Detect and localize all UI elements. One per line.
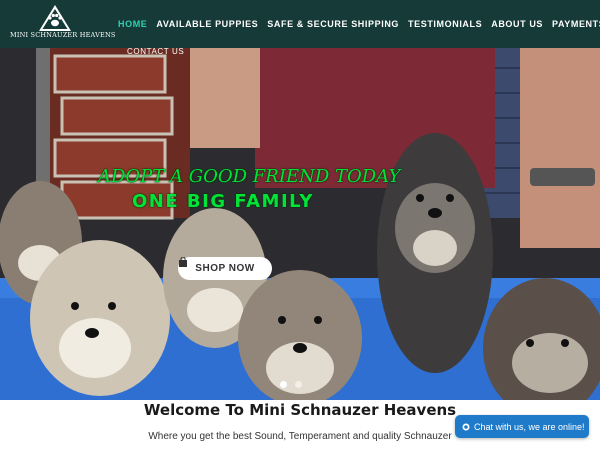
nav-item-contact-us[interactable]: CONTACT US: [127, 47, 184, 56]
nav-item-available-puppies[interactable]: AVAILABLE PUPPIES: [156, 17, 258, 31]
nav-item-shipping[interactable]: SAFE & SECURE SHIPPING: [267, 17, 399, 31]
chat-icon: [462, 423, 470, 430]
nav-row-2: CONTACT US: [127, 45, 184, 57]
hero-slider: ADOPT A GOOD FRIEND TODAY ONE BIG FAMILY…: [0, 48, 600, 400]
site-logo[interactable]: MINI SCHNAUZER HEAVENS: [10, 4, 116, 44]
nav-item-payments[interactable]: PAYMENTS: [552, 17, 600, 31]
paw-triangle-logo-icon: [39, 5, 71, 31]
nav-item-about-us[interactable]: ABOUT US: [491, 17, 543, 31]
nav-item-testimonials[interactable]: TESTIMONIALS: [408, 17, 482, 31]
main-nav: HOME AVAILABLE PUPPIES SAFE & SECURE SHI…: [118, 17, 600, 31]
hero-image-puppies: [0, 48, 600, 400]
shopping-bag-icon: [179, 257, 187, 267]
nav-item-home[interactable]: HOME: [118, 17, 147, 31]
slider-dots: [280, 381, 302, 388]
shop-now-button[interactable]: SHOP NOW: [178, 257, 272, 280]
slider-dot-2[interactable]: [295, 381, 302, 388]
slider-dot-1[interactable]: [280, 381, 287, 388]
chat-widget-button[interactable]: Chat with us, we are online!: [455, 415, 589, 438]
shop-now-label: SHOP NOW: [195, 263, 255, 274]
hero-subtitle: ONE BIG FAMILY: [132, 191, 314, 212]
chat-label: Chat with us, we are online!: [474, 421, 585, 432]
hero-title: ADOPT A GOOD FRIEND TODAY: [98, 166, 401, 187]
logo-text: MINI SCHNAUZER HEAVENS: [10, 31, 116, 39]
site-header: MINI SCHNAUZER HEAVENS HOME AVAILABLE PU…: [0, 0, 600, 48]
